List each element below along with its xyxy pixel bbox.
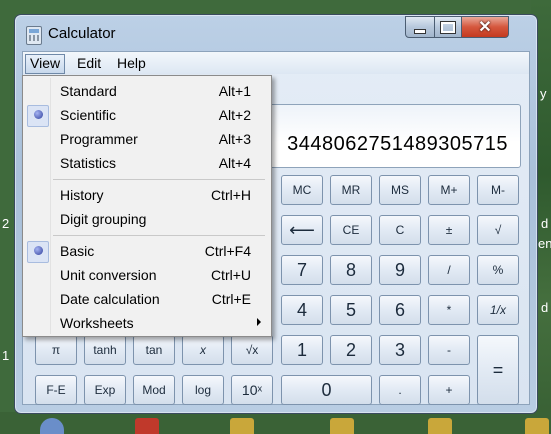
minus-button[interactable]: - [428, 335, 470, 365]
memory-clear-button[interactable]: MC [281, 175, 323, 205]
menu-item-statistics[interactable]: Statistics Alt+4 [25, 152, 269, 174]
taskbar-icon[interactable] [135, 418, 159, 434]
close-icon: ✕ [478, 19, 492, 36]
desktop-text: d [541, 300, 549, 315]
menu-item-label: Programmer [60, 131, 138, 147]
menu-item-programmer[interactable]: Programmer Alt+3 [25, 128, 269, 150]
display-value: 3448062751489305715 [287, 133, 508, 155]
memory-recall-button[interactable]: MR [330, 175, 372, 205]
memory-store-button[interactable]: MS [379, 175, 421, 205]
backspace-button[interactable]: ⟵ [281, 215, 323, 245]
menu-help[interactable]: Help [113, 55, 150, 71]
negate-button[interactable]: ± [428, 215, 470, 245]
tanh-button[interactable]: tanh [84, 335, 126, 365]
menu-bar: View Edit Help [23, 52, 529, 74]
menu-item-standard[interactable]: Standard Alt+1 [25, 80, 269, 102]
tan-button[interactable]: tan [133, 335, 175, 365]
taskbar-strip [0, 412, 551, 434]
radio-selected-icon [34, 110, 43, 119]
mod-button[interactable]: Mod [133, 375, 175, 405]
desktop-text: 1 [2, 348, 10, 363]
log-button[interactable]: log [182, 375, 224, 405]
menu-item-label: Worksheets [60, 315, 134, 331]
square-root-button[interactable]: √ [477, 215, 519, 245]
menu-item-label: Digit grouping [60, 211, 147, 227]
maximize-icon [440, 20, 456, 34]
menu-item-scientific[interactable]: Scientific Alt+2 [25, 104, 269, 127]
menu-item-label: History [60, 187, 104, 203]
menu-item-label: Scientific [60, 107, 117, 123]
digit-6-button[interactable]: 6 [379, 295, 421, 325]
menu-item-label: Date calculation [60, 291, 160, 307]
digit-5-button[interactable]: 5 [330, 295, 372, 325]
menu-item-date-calculation[interactable]: Date calculation Ctrl+E [25, 288, 269, 310]
menu-item-basic[interactable]: Basic Ctrl+F4 [25, 240, 269, 263]
menu-item-shortcut: Ctrl+U [210, 267, 251, 283]
menu-item-history[interactable]: History Ctrl+H [25, 184, 269, 206]
divide-button[interactable]: / [428, 255, 470, 285]
menu-item-shortcut: Ctrl+E [211, 291, 251, 307]
window-title: Calculator [48, 25, 116, 42]
menu-item-shortcut: Alt+1 [218, 83, 251, 99]
x-button[interactable]: x [182, 335, 224, 365]
menu-item-worksheets[interactable]: Worksheets [25, 312, 269, 334]
digit-4-button[interactable]: 4 [281, 295, 323, 325]
memory-subtract-button[interactable]: M- [477, 175, 519, 205]
menu-item-shortcut: Ctrl+F4 [204, 243, 251, 259]
minimize-icon [414, 28, 426, 34]
menu-item-unit-conversion[interactable]: Unit conversion Ctrl+U [25, 264, 269, 286]
percent-button[interactable]: % [477, 255, 519, 285]
decimal-button[interactable]: . [379, 375, 421, 405]
digit-9-button[interactable]: 9 [379, 255, 421, 285]
radio-selected-icon [34, 246, 43, 255]
clear-entry-button[interactable]: CE [330, 215, 372, 245]
desktop-text: 2 [2, 216, 10, 231]
digit-1-button[interactable]: 1 [281, 335, 323, 365]
menu-view[interactable]: View [25, 54, 66, 74]
menu-item-shortcut: Ctrl+H [210, 187, 251, 203]
menu-item-shortcut: Alt+3 [218, 131, 251, 147]
submenu-arrow-icon [257, 318, 261, 326]
menu-separator [53, 235, 265, 236]
desktop-text: en [538, 236, 551, 251]
minimize-button[interactable] [405, 16, 435, 38]
menu-item-shortcut: Alt+2 [218, 107, 251, 123]
window-controls: ✕ [405, 16, 509, 38]
exp-button[interactable]: Exp [84, 375, 126, 405]
digit-2-button[interactable]: 2 [330, 335, 372, 365]
taskbar-icon[interactable] [330, 418, 354, 434]
plus-button[interactable]: + [428, 375, 470, 405]
taskbar-icon[interactable] [428, 418, 452, 434]
view-menu-dropdown: Standard Alt+1 Scientific Alt+2 Programm… [22, 75, 272, 337]
digit-3-button[interactable]: 3 [379, 335, 421, 365]
root-button[interactable]: √x [231, 335, 273, 365]
multiply-button[interactable]: * [428, 295, 470, 325]
memory-add-button[interactable]: M+ [428, 175, 470, 205]
taskbar-icon[interactable] [230, 418, 254, 434]
menu-item-shortcut: Alt+4 [218, 155, 251, 171]
maximize-button[interactable] [435, 16, 462, 38]
digit-7-button[interactable]: 7 [281, 255, 323, 285]
menu-edit[interactable]: Edit [73, 55, 105, 71]
digit-8-button[interactable]: 8 [330, 255, 372, 285]
close-button[interactable]: ✕ [462, 16, 509, 38]
clear-button[interactable]: C [379, 215, 421, 245]
menu-item-label: Unit conversion [60, 267, 157, 283]
pi-button[interactable]: π [35, 335, 77, 365]
desktop-text: d [541, 216, 549, 231]
reciprocal-button[interactable]: 1/x [477, 295, 519, 325]
menu-item-label: Standard [60, 83, 117, 99]
digit-0-button[interactable]: 0 [281, 375, 372, 405]
menu-item-label: Statistics [60, 155, 117, 171]
menu-separator [53, 179, 265, 180]
ten-power-button[interactable]: 10ˣ [231, 375, 273, 405]
calculator-icon [26, 26, 42, 45]
taskbar-icon[interactable] [525, 418, 549, 434]
equals-button[interactable]: = [477, 335, 519, 405]
menu-item-digit-grouping[interactable]: Digit grouping [25, 208, 269, 230]
desktop-text: y [540, 86, 547, 101]
fe-button[interactable]: F-E [35, 375, 77, 405]
menu-item-label: Basic [60, 243, 95, 259]
